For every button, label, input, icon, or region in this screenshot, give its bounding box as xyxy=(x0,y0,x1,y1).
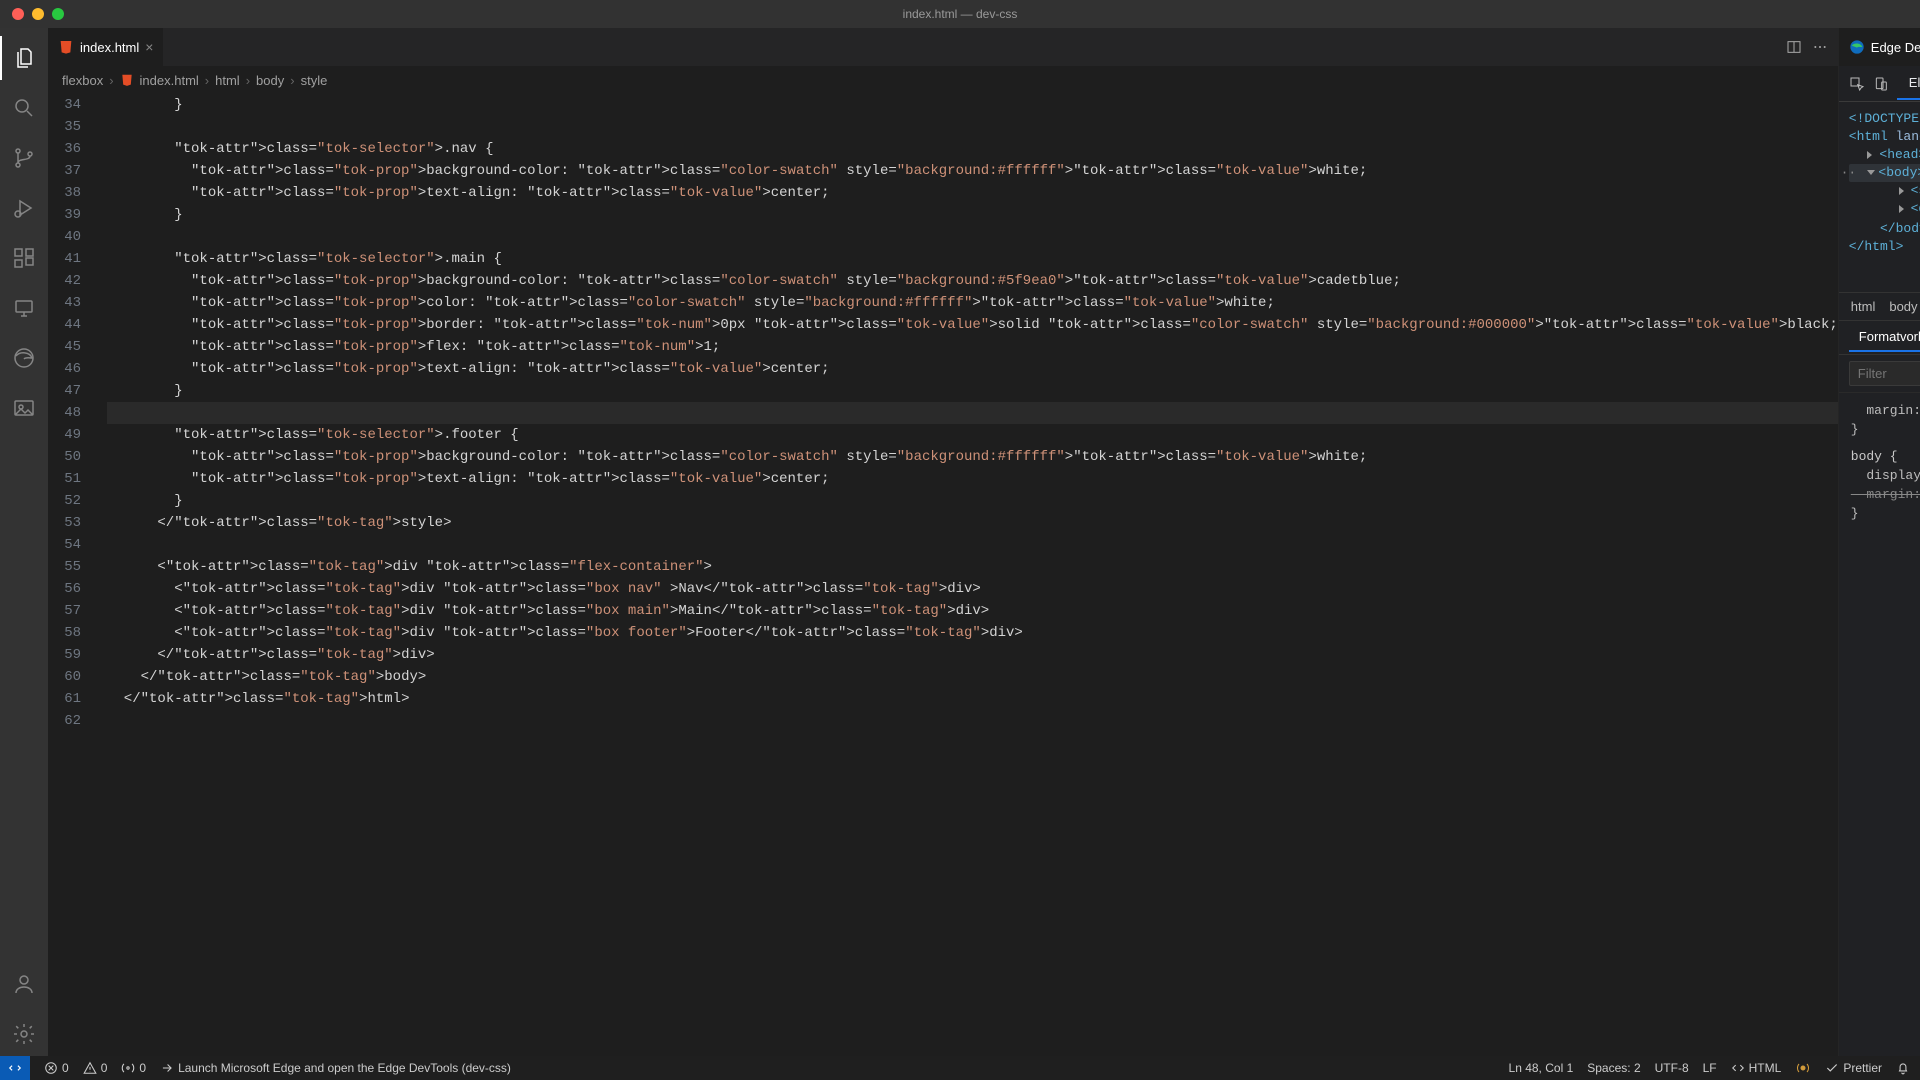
minimize-window[interactable] xyxy=(32,8,44,20)
dom-breadcrumb[interactable]: html body xyxy=(1839,292,1920,321)
status-notifications[interactable] xyxy=(1896,1061,1910,1075)
activity-scm[interactable] xyxy=(0,136,48,180)
activity-bar xyxy=(0,28,48,1056)
check-icon xyxy=(1825,1061,1839,1075)
breadcrumbs[interactable]: flexbox› index.html› html› body› style xyxy=(48,66,1838,94)
activity-extensions[interactable] xyxy=(0,236,48,280)
status-spaces[interactable]: Spaces: 2 xyxy=(1587,1061,1640,1075)
dom-html-close[interactable]: </html> xyxy=(1849,239,1904,254)
styles-subtabs: Formatvorlagen Berechnet Layout Ereignis… xyxy=(1839,321,1920,355)
dom-doctype[interactable]: <!DOCTYPE html> xyxy=(1849,111,1920,126)
bell-icon xyxy=(1896,1061,1910,1075)
image-icon xyxy=(12,396,36,420)
status-launch[interactable]: Launch Microsoft Edge and open the Edge … xyxy=(160,1061,511,1075)
styles-panel[interactable]: margin: 0; } Benutzer-Agent-Stylesheetbo… xyxy=(1839,393,1920,1056)
files-icon xyxy=(12,46,36,70)
devtools-tab-elements[interactable]: Elemente xyxy=(1897,67,1920,100)
status-cursor[interactable]: Ln 48, Col 1 xyxy=(1509,1061,1574,1075)
bc-file[interactable]: index.html xyxy=(140,73,199,88)
editor-actions xyxy=(1776,28,1838,66)
error-icon xyxy=(44,1061,58,1075)
styles-filter-input[interactable] xyxy=(1849,361,1920,386)
bc-style[interactable]: style xyxy=(301,73,328,88)
extensions-icon xyxy=(12,246,36,270)
tab-index-html[interactable]: index.html × xyxy=(48,28,164,66)
split-editor-icon[interactable] xyxy=(1786,39,1802,55)
devtools-toolbar: Elemente Konsole Netzwerk Anwendung xyxy=(1839,66,1920,102)
branch-icon xyxy=(12,146,36,170)
activity-settings[interactable] xyxy=(0,1012,48,1056)
devtools-pane: Edge DevTools × Elemente Konsole Netzwer… xyxy=(1839,28,1920,1056)
more-icon[interactable] xyxy=(1812,39,1828,55)
status-bar: 0 0 0 Launch Microsoft Edge and open the… xyxy=(0,1056,1920,1080)
close-icon[interactable]: × xyxy=(145,39,153,55)
titlebar: index.html — dev-css xyxy=(0,0,1920,28)
dom-tree[interactable]: <!DOCTYPE html> <html lang="en"> <head> … xyxy=(1839,102,1920,292)
debug-icon xyxy=(12,196,36,220)
editor-tabs: index.html × xyxy=(48,28,1838,66)
devtools-tabs: Edge DevTools × xyxy=(1839,28,1920,66)
workbench: index.html × flexbox› index.html› html› … xyxy=(0,28,1920,1056)
account-icon xyxy=(12,972,36,996)
activity-remote[interactable] xyxy=(0,286,48,330)
remote-indicator[interactable] xyxy=(0,1056,30,1080)
search-icon xyxy=(12,96,36,120)
activity-image[interactable] xyxy=(0,386,48,430)
edge-icon xyxy=(12,346,36,370)
activity-search[interactable] xyxy=(0,86,48,130)
editor-group: index.html × flexbox› index.html› html› … xyxy=(48,28,1839,1056)
remote-icon xyxy=(8,1061,22,1075)
status-ports[interactable]: 0 xyxy=(121,1061,146,1075)
device-icon[interactable] xyxy=(1873,76,1889,92)
code-editor[interactable]: 3435363738394041424344454647484950515253… xyxy=(48,94,1838,1056)
window-title: index.html — dev-css xyxy=(903,7,1018,21)
close-window[interactable] xyxy=(12,8,24,20)
inspect-icon[interactable] xyxy=(1849,76,1865,92)
subtab-styles[interactable]: Formatvorlagen xyxy=(1849,323,1920,352)
remote-icon xyxy=(12,296,36,320)
html-file-icon xyxy=(58,39,74,55)
status-warnings[interactable]: 0 xyxy=(83,1061,108,1075)
gear-icon xyxy=(12,1022,36,1046)
status-eol[interactable]: LF xyxy=(1703,1061,1717,1075)
broadcast-icon xyxy=(121,1061,135,1075)
status-golive[interactable] xyxy=(1795,1060,1811,1076)
devtools-tab-label: Edge DevTools xyxy=(1871,40,1920,55)
styles-toolbar: :hov .cls xyxy=(1839,355,1920,393)
code-icon xyxy=(1731,1061,1745,1075)
status-lang[interactable]: HTML xyxy=(1731,1061,1782,1075)
status-prettier[interactable]: Prettier xyxy=(1825,1061,1882,1075)
warning-icon xyxy=(83,1061,97,1075)
status-encoding[interactable]: UTF-8 xyxy=(1655,1061,1689,1075)
tab-devtools[interactable]: Edge DevTools × xyxy=(1839,28,1920,66)
html-file-icon xyxy=(120,73,134,87)
status-errors[interactable]: 0 xyxy=(44,1061,69,1075)
tab-label: index.html xyxy=(80,40,139,55)
edge-icon xyxy=(1849,39,1865,55)
launch-icon xyxy=(160,1061,174,1075)
dom-bc-html[interactable]: html xyxy=(1851,299,1876,314)
dom-body-close[interactable]: </body> xyxy=(1880,221,1920,236)
maximize-window[interactable] xyxy=(52,8,64,20)
activity-debug[interactable] xyxy=(0,186,48,230)
dom-bc-body[interactable]: body xyxy=(1889,299,1917,314)
bc-body[interactable]: body xyxy=(256,73,284,88)
bc-html[interactable]: html xyxy=(215,73,240,88)
rule-selector[interactable]: body { xyxy=(1851,449,1898,464)
broadcast-icon xyxy=(1795,1060,1811,1076)
window-controls xyxy=(0,8,64,20)
activity-edge[interactable] xyxy=(0,336,48,380)
activity-explorer[interactable] xyxy=(0,36,48,80)
bc-folder[interactable]: flexbox xyxy=(62,73,103,88)
activity-account[interactable] xyxy=(0,962,48,1006)
